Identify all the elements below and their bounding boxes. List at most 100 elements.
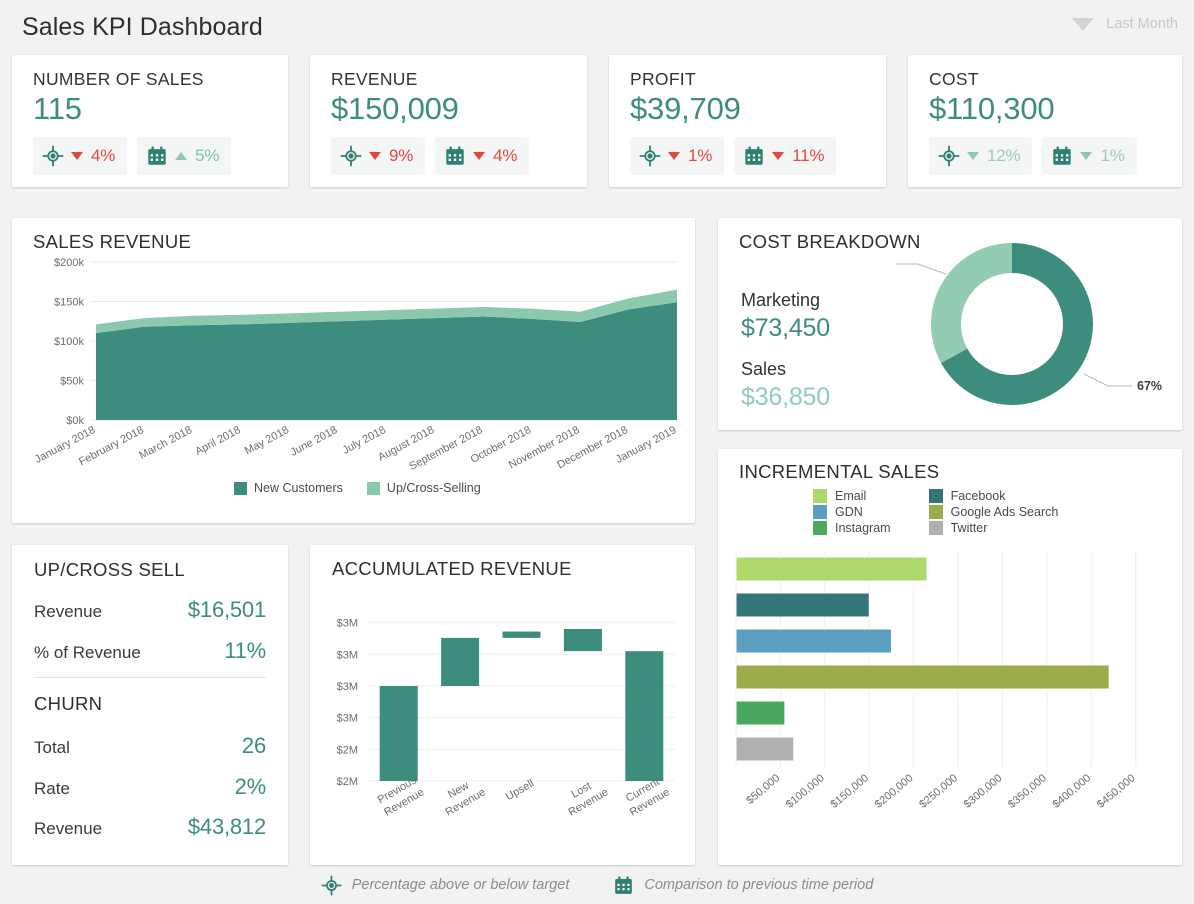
legend-label: New Customers — [254, 481, 343, 495]
cost-breakdown-label-marketing: Marketing — [741, 290, 820, 311]
trend-arrow-down-icon — [967, 152, 979, 160]
legend-label: GDN — [835, 505, 863, 519]
churn-row-total: Total 26 — [34, 733, 266, 759]
kpi-period-badge: 11% — [734, 137, 836, 175]
legend-label: Facebook — [951, 489, 1006, 503]
cost-breakdown-label-sales: Sales — [741, 359, 786, 380]
kpi-badges: 12% 1% — [929, 137, 1137, 175]
target-icon — [938, 145, 960, 167]
trend-arrow-down-icon — [473, 152, 485, 160]
footer-legend-target: Percentage above or below target — [321, 875, 570, 896]
svg-text:$50,000: $50,000 — [744, 772, 782, 807]
legend-swatch — [813, 521, 827, 535]
accumulated-revenue-title: ACCUMULATED REVENUE — [332, 558, 572, 580]
kpi-period-badge: 5% — [137, 137, 231, 175]
legend-swatch — [234, 482, 247, 495]
svg-text:$50k: $50k — [60, 376, 84, 388]
row-label: Rate — [34, 779, 70, 799]
kpi-value: $150,009 — [331, 91, 459, 127]
row-label: Total — [34, 738, 70, 758]
legend-swatch — [813, 505, 827, 519]
sales-revenue-legend: New Customers Up/Cross-Selling — [234, 481, 481, 495]
churn-title: CHURN — [34, 693, 102, 715]
kpi-target-badge: 1% — [630, 137, 724, 175]
sales-revenue-title: SALES REVENUE — [33, 231, 191, 253]
legend-item-instagram: Instagram — [813, 521, 891, 535]
svg-text:67%: 67% — [1137, 379, 1162, 393]
target-icon — [321, 875, 342, 896]
legend-item-up-cross-selling: Up/Cross-Selling — [367, 481, 481, 495]
target-icon — [42, 145, 64, 167]
svg-text:$150,000: $150,000 — [828, 772, 871, 811]
svg-text:$400,000: $400,000 — [1050, 772, 1093, 811]
sales-revenue-panel: SALES REVENUE $0k$50k$100k$150k$200kJanu… — [12, 218, 695, 523]
kpi-title: PROFIT — [630, 69, 696, 90]
svg-text:$350,000: $350,000 — [1006, 772, 1049, 811]
trend-arrow-up-icon — [175, 152, 187, 160]
kpi-period-pct: 4% — [493, 146, 517, 166]
row-value: $43,812 — [188, 814, 266, 840]
legend-item-gdn: GDN — [813, 505, 891, 519]
svg-text:$200k: $200k — [54, 257, 84, 269]
dashboard-header: Sales KPI Dashboard Last Month — [0, 0, 1194, 54]
section-divider — [34, 677, 266, 678]
kpi-period-pct: 1% — [1100, 146, 1124, 166]
kpi-value: $110,300 — [929, 91, 1054, 127]
period-filter-label: Last Month — [1106, 16, 1178, 32]
incremental-sales-panel: INCREMENTAL SALES Email Facebook GDN Goo… — [718, 449, 1182, 865]
svg-text:June 2018: June 2018 — [288, 424, 339, 459]
kpi-period-badge: 1% — [1042, 137, 1136, 175]
kpi-card-revenue[interactable]: REVENUE $150,009 9% — [310, 55, 587, 187]
cost-breakdown-donut-chart: 33%67% — [894, 226, 1174, 426]
legend-item-email: Email — [813, 489, 891, 503]
calendar-icon — [743, 145, 765, 167]
up-cross-sell-title: UP/CROSS SELL — [34, 559, 185, 581]
kpi-badges: 9% 4% — [331, 137, 529, 175]
kpi-card-cost[interactable]: COST $110,300 12% — [908, 55, 1182, 187]
trend-arrow-down-icon — [1080, 152, 1092, 160]
page-title: Sales KPI Dashboard — [22, 13, 263, 42]
chevron-down-icon[interactable] — [1072, 18, 1094, 31]
legend-swatch — [929, 489, 943, 503]
kpi-period-pct: 11% — [792, 146, 824, 166]
kpi-target-badge: 12% — [929, 137, 1032, 175]
calendar-icon — [146, 145, 168, 167]
kpi-target-pct: 4% — [91, 146, 115, 166]
kpi-period-pct: 5% — [195, 146, 219, 166]
row-value: $16,501 — [188, 597, 266, 623]
accumulated-revenue-chart: $3M$3M$3M$3M$2M$2MPreviousRevenueNewReve… — [310, 583, 695, 865]
svg-text:May 2018: May 2018 — [243, 424, 291, 457]
legend-item-google-ads-search: Google Ads Search — [929, 505, 1059, 519]
svg-text:$3M: $3M — [337, 713, 358, 725]
sales-revenue-chart: $0k$50k$100k$150k$200kJanuary 2018Februa… — [12, 252, 695, 510]
kpi-card-number-of-sales[interactable]: NUMBER OF SALES 115 4% — [12, 55, 288, 187]
kpi-target-pct: 1% — [688, 146, 712, 166]
kpi-card-profit[interactable]: PROFIT $39,709 1% — [609, 55, 886, 187]
period-filter[interactable]: Last Month — [1072, 16, 1178, 32]
legend-label: Twitter — [951, 521, 988, 535]
row-value: 26 — [242, 733, 266, 759]
incremental-sales-legend: Email Facebook GDN Google Ads Search Ins… — [813, 489, 1058, 535]
incremental-sales-title: INCREMENTAL SALES — [739, 461, 939, 483]
dashboard-root: Sales KPI Dashboard Last Month NUMBER OF… — [0, 0, 1194, 904]
legend-label: Up/Cross-Selling — [387, 481, 481, 495]
legend-item-new-customers: New Customers — [234, 481, 343, 495]
legend-item-twitter: Twitter — [929, 521, 1059, 535]
row-label: Revenue — [34, 602, 102, 622]
legend-label: Instagram — [835, 521, 891, 535]
svg-text:$100,000: $100,000 — [784, 772, 827, 811]
legend-label: Google Ads Search — [951, 505, 1059, 519]
calendar-icon — [1051, 145, 1073, 167]
svg-text:$3M: $3M — [337, 649, 358, 661]
legend-swatch — [929, 521, 943, 535]
svg-text:$3M: $3M — [337, 681, 358, 693]
trend-arrow-down-icon — [668, 152, 680, 160]
trend-arrow-down-icon — [71, 152, 83, 160]
svg-text:$300,000: $300,000 — [962, 772, 1005, 811]
svg-text:March 2018: March 2018 — [137, 424, 194, 462]
churn-row-rate: Rate 2% — [34, 774, 266, 800]
trend-arrow-down-icon — [369, 152, 381, 160]
target-icon — [340, 145, 362, 167]
kpi-value: $39,709 — [630, 91, 741, 127]
svg-text:April 2018: April 2018 — [193, 424, 242, 458]
